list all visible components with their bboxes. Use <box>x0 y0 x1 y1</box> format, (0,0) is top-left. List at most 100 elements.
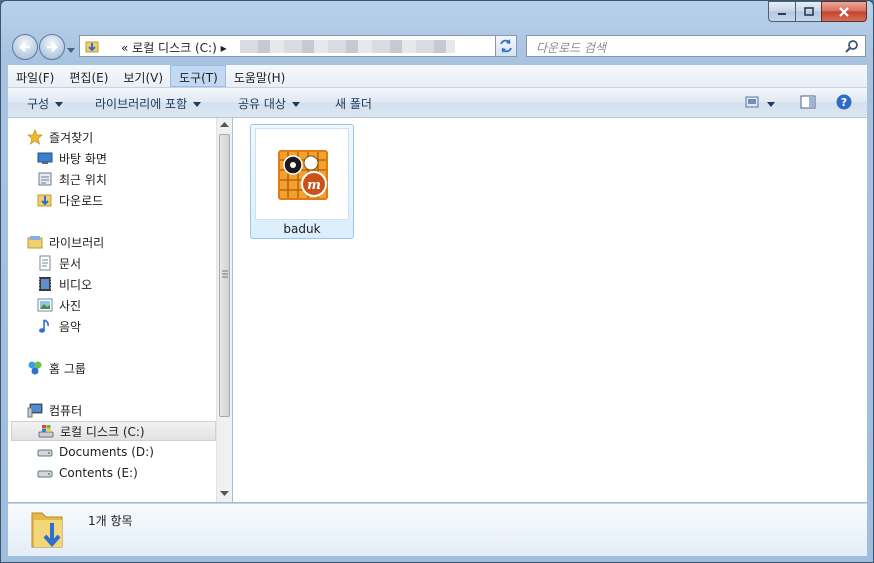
share-label: 공유 대상 <box>238 97 286 111</box>
nav-recent[interactable]: 최근 위치 <box>37 169 107 189</box>
nav-homegroup-label: 홈 그룹 <box>49 361 86 376</box>
library-icon <box>27 234 43 250</box>
minimize-button[interactable] <box>768 1 795 22</box>
maximize-button[interactable] <box>795 1 821 22</box>
new-folder-label: 새 폴더 <box>335 97 372 111</box>
menu-edit[interactable]: 편집(E) <box>61 65 115 87</box>
search-box[interactable]: 다운로드 검색 <box>526 35 866 57</box>
file-name: baduk <box>283 222 321 236</box>
refresh-icon <box>500 39 512 53</box>
nav-recent-label: 최근 위치 <box>59 172 107 187</box>
minimize-icon <box>778 12 786 15</box>
svg-text:m: m <box>307 178 321 193</box>
nav-music[interactable]: 음악 <box>37 316 81 336</box>
computer-icon <box>27 402 43 418</box>
nav-pictures-label: 사진 <box>59 298 82 313</box>
chevron-down-icon <box>55 102 64 107</box>
view-dropdown-icon[interactable] <box>767 97 775 111</box>
downloads-folder-icon <box>37 192 53 208</box>
videos-icon <box>37 276 53 292</box>
include-library-label: 라이브러리에 포함 <box>95 97 188 111</box>
maximize-icon <box>803 7 814 16</box>
homegroup-icon <box>27 360 43 376</box>
close-button[interactable] <box>821 1 867 22</box>
pictures-icon <box>37 297 53 313</box>
scroll-down-icon[interactable] <box>220 491 229 497</box>
nav-scrollbar[interactable] <box>216 118 232 502</box>
menu-help[interactable]: 도움말(H) <box>226 65 293 87</box>
recent-pages-chevron-icon[interactable] <box>67 43 75 57</box>
nav-libraries-label: 라이브러리 <box>49 235 105 250</box>
file-item[interactable]: m baduk <box>250 124 354 239</box>
back-arrow-icon <box>19 42 30 52</box>
nav-videos[interactable]: 비디오 <box>37 274 92 294</box>
drive-icon <box>37 465 53 481</box>
menu-tools[interactable]: 도구(T) <box>170 65 226 87</box>
nav-videos-label: 비디오 <box>59 277 93 292</box>
svg-text:?: ? <box>841 96 847 109</box>
nav-documents[interactable]: 문서 <box>37 253 81 273</box>
menu-view[interactable]: 보기(V) <box>115 65 170 87</box>
desktop-icon <box>37 150 53 166</box>
nav-libraries[interactable]: 라이브러리 <box>27 232 104 252</box>
address-path: « 로컬 디스크 (C:) ▸ <box>121 41 227 55</box>
view-options-button[interactable] <box>745 96 761 111</box>
chevron-down-icon <box>291 102 300 107</box>
refresh-button[interactable] <box>495 35 517 57</box>
menu-bar: 파일(F) 편집(E) 보기(V) 도구(T) 도움말(H) <box>8 65 867 88</box>
scroll-up-icon[interactable] <box>220 122 229 128</box>
chevron-down-icon <box>193 102 202 107</box>
nav-drive-d[interactable]: Documents (D:) <box>37 442 154 462</box>
nav-downloads-label: 다운로드 <box>59 193 104 208</box>
scroll-thumb[interactable] <box>219 134 230 417</box>
documents-icon <box>37 255 53 271</box>
nav-downloads[interactable]: 다운로드 <box>37 190 103 210</box>
drive-icon <box>37 444 53 460</box>
nav-computer-label: 컴퓨터 <box>49 403 83 418</box>
forward-button[interactable] <box>39 34 65 60</box>
nav-favorites-label: 즐겨찾기 <box>49 130 94 145</box>
nav-music-label: 음악 <box>59 319 82 334</box>
nav-drive-c-label: 로컬 디스크 (C:) <box>60 424 145 439</box>
organize-button[interactable]: 구성 <box>27 95 64 112</box>
forward-arrow-icon <box>47 42 58 52</box>
nav-homegroup[interactable]: 홈 그룹 <box>27 358 86 378</box>
nav-desktop-label: 바탕 화면 <box>59 151 107 166</box>
grip-icon <box>222 270 228 278</box>
back-button[interactable] <box>12 34 38 60</box>
nav-drive-c[interactable]: 로컬 디스크 (C:) <box>11 421 216 441</box>
nav-computer[interactable]: 컴퓨터 <box>27 400 82 420</box>
search-placeholder: 다운로드 검색 <box>536 41 607 55</box>
nav-drive-e[interactable]: Contents (E:) <box>37 463 138 483</box>
share-button[interactable]: 공유 대상 <box>238 95 300 112</box>
nav-documents-label: 문서 <box>59 256 82 271</box>
windows-drive-icon <box>38 423 54 439</box>
file-thumbnail: m <box>255 128 349 220</box>
baduk-app-icon: m <box>278 150 328 200</box>
nav-favorites[interactable]: 즐겨찾기 <box>27 127 93 147</box>
menu-file[interactable]: 파일(F) <box>8 65 61 87</box>
help-icon: ? <box>836 94 852 110</box>
nav-desktop[interactable]: 바탕 화면 <box>37 148 107 168</box>
address-redacted <box>240 40 455 53</box>
folder-download-icon <box>85 39 99 56</box>
help-button[interactable]: ? <box>836 94 852 113</box>
caption-buttons <box>768 1 867 22</box>
nav-pictures[interactable]: 사진 <box>37 295 81 315</box>
preview-pane-icon <box>800 95 816 109</box>
address-bar[interactable]: « 로컬 디스크 (C:) ▸ <box>79 35 517 57</box>
search-icon[interactable] <box>845 39 859 56</box>
view-icon <box>745 96 759 108</box>
details-pane: 1개 항목 <box>8 503 867 556</box>
preview-pane-button[interactable] <box>800 95 816 112</box>
close-icon <box>839 6 849 17</box>
recent-places-icon <box>37 171 53 187</box>
downloads-folder-large-icon <box>28 507 66 554</box>
new-folder-button[interactable]: 새 폴더 <box>335 95 372 112</box>
navigation-row: « 로컬 디스크 (C:) ▸ 다운로드 검색 <box>1 31 873 61</box>
organize-label: 구성 <box>27 97 50 111</box>
navigation-pane: 즐겨찾기 바탕 화면 최근 위치 다운로드 라이브러리 문서 비디오 사진 음악… <box>8 118 232 502</box>
star-icon <box>27 129 43 145</box>
include-library-button[interactable]: 라이브러리에 포함 <box>95 95 202 112</box>
music-icon <box>37 318 53 334</box>
